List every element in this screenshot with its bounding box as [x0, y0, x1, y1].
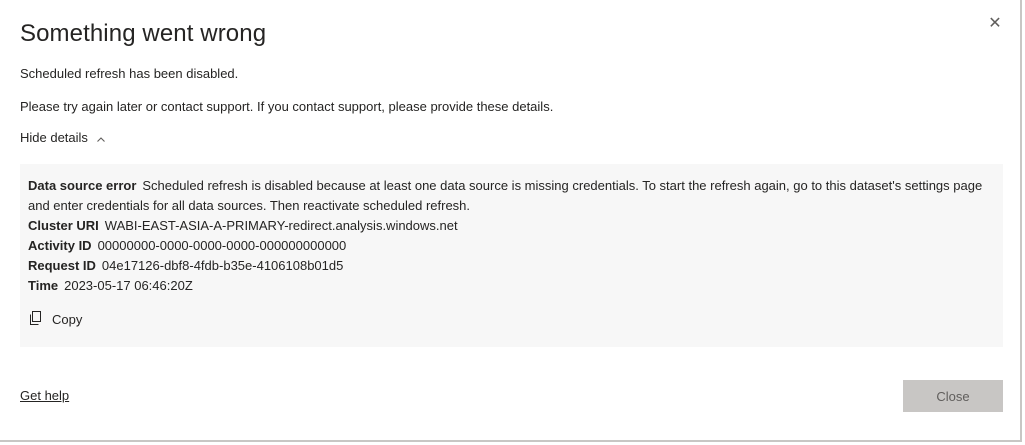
- get-help-link[interactable]: Get help: [20, 388, 69, 403]
- support-text: Please try again later or contact suppor…: [20, 99, 554, 114]
- time-row: Time 2023-05-17 06:46:20Z: [28, 276, 995, 296]
- chevron-up-icon: [96, 133, 106, 143]
- activity-id-row: Activity ID 00000000-0000-0000-0000-00000…: [28, 236, 995, 256]
- cluster-uri-row: Cluster URI WABI-EAST-ASIA-A-PRIMARY-redi…: [28, 216, 995, 236]
- request-id-row: Request ID 04e17126-dbf8-4fdb-b35e-410610…: [28, 256, 995, 276]
- data-source-error-label: Data source error: [28, 178, 137, 193]
- activity-id-label: Activity ID: [28, 238, 92, 253]
- data-source-error-row: Data source error Scheduled refresh is di…: [28, 176, 995, 216]
- activity-id-value: 00000000-0000-0000-0000-000000000000: [97, 238, 347, 253]
- time-label: Time: [28, 278, 59, 293]
- close-button[interactable]: Close: [903, 380, 1003, 412]
- cluster-uri-value: WABI-EAST-ASIA-A-PRIMARY-redirect.analys…: [104, 218, 458, 233]
- hide-details-label: Hide details: [20, 130, 88, 145]
- dialog-title: Something went wrong: [20, 20, 267, 47]
- close-icon[interactable]: ✕: [985, 14, 1005, 34]
- details-panel: Data source error Scheduled refresh is di…: [20, 164, 1003, 347]
- hide-details-toggle[interactable]: Hide details: [20, 130, 106, 145]
- copy-icon: [29, 311, 52, 328]
- request-id-value: 04e17126-dbf8-4fdb-b35e-4106108b01d5: [101, 258, 344, 273]
- error-dialog: ✕ Something went wrong Scheduled refresh…: [0, 0, 1022, 442]
- time-value: 2023-05-17 06:46:20Z: [64, 278, 193, 293]
- copy-label: Copy: [52, 312, 83, 327]
- error-message: Scheduled refresh has been disabled.: [20, 66, 239, 81]
- copy-button[interactable]: Copy: [29, 311, 82, 328]
- request-id-label: Request ID: [28, 258, 96, 273]
- data-source-error-value: Scheduled refresh is disabled because at…: [28, 178, 983, 213]
- cluster-uri-label: Cluster URI: [28, 218, 99, 233]
